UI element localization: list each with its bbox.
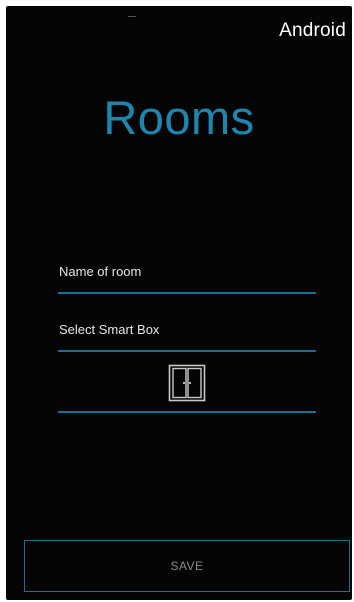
door-icon[interactable] <box>168 364 206 402</box>
smart-box-label: Select Smart Box <box>59 322 160 337</box>
phone-screen: Android Rooms Name of room Select Smart … <box>6 6 352 600</box>
room-name-label: Name of room <box>59 264 142 279</box>
status-bar-indicator <box>128 16 136 17</box>
save-button[interactable]: SAVE <box>24 540 350 592</box>
room-icon-picker[interactable] <box>58 359 316 413</box>
page-title: Rooms <box>103 91 255 144</box>
smart-box-select[interactable]: Select Smart Box <box>58 312 316 352</box>
platform-label: Android <box>279 20 346 41</box>
room-name-field[interactable]: Name of room <box>58 254 316 294</box>
